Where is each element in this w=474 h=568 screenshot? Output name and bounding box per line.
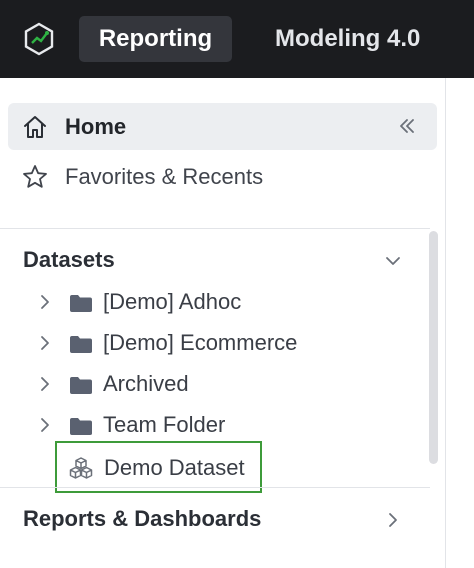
folder-icon xyxy=(70,336,92,353)
tree-row-archived[interactable]: Archived xyxy=(0,365,430,403)
chevron-right-icon[interactable] xyxy=(37,293,53,311)
home-label: Home xyxy=(65,114,127,139)
tree-label: Team Folder xyxy=(103,412,226,437)
star-icon xyxy=(23,165,47,188)
tab-modeling[interactable]: Modeling 4.0 xyxy=(275,16,420,62)
folder-icon xyxy=(70,377,92,394)
folder-icon xyxy=(70,295,92,312)
sidebar: Home Favorites & Recents Datasets [Demo]… xyxy=(0,78,446,568)
folder-icon xyxy=(70,418,92,435)
tree-label: [Demo] Ecommerce xyxy=(103,330,298,355)
tree-label: Demo Dataset xyxy=(104,455,245,480)
tab-reporting[interactable]: Reporting xyxy=(79,16,232,62)
sidebar-item-favorites[interactable]: Favorites & Recents xyxy=(8,153,437,200)
reports-title: Reports & Dashboards xyxy=(23,506,262,531)
tree-row-demo-dataset[interactable]: Demo Dataset xyxy=(55,441,262,493)
datasets-section-header[interactable]: Datasets xyxy=(0,241,430,279)
tree-row-team-folder[interactable]: Team Folder xyxy=(0,406,430,444)
tree-label: [Demo] Adhoc xyxy=(103,289,242,314)
chevron-down-icon[interactable] xyxy=(384,252,402,270)
cubes-icon xyxy=(69,457,93,479)
divider xyxy=(0,228,430,229)
chevron-right-icon[interactable] xyxy=(384,511,402,529)
tree-row-demo-adhoc[interactable]: [Demo] Adhoc xyxy=(0,283,430,321)
chevron-right-icon[interactable] xyxy=(37,334,53,352)
double-chevron-left-icon[interactable] xyxy=(397,116,417,136)
hexagon-logo-icon[interactable] xyxy=(23,22,55,56)
tree-row-demo-ecommerce[interactable]: [Demo] Ecommerce xyxy=(0,324,430,362)
chevron-right-icon[interactable] xyxy=(37,416,53,434)
divider xyxy=(0,487,430,488)
chevron-right-icon[interactable] xyxy=(37,375,53,393)
sidebar-item-home[interactable]: Home xyxy=(8,103,437,150)
home-icon xyxy=(24,116,46,138)
datasets-title: Datasets xyxy=(23,247,115,272)
favorites-label: Favorites & Recents xyxy=(65,164,264,189)
top-bar: Reporting Modeling 4.0 xyxy=(0,0,474,78)
reports-section-header[interactable]: Reports & Dashboards xyxy=(0,499,430,539)
scrollbar[interactable] xyxy=(429,231,438,464)
tree-label: Archived xyxy=(103,371,189,396)
